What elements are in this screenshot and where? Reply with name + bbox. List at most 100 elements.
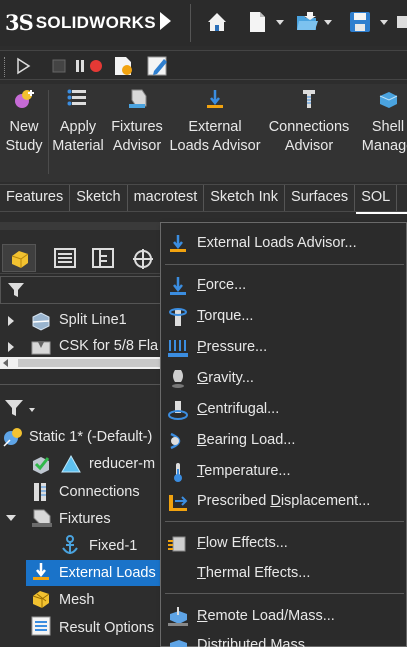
run-macro-icon[interactable]	[14, 57, 32, 75]
external-loads-advisor-button[interactable]: External Loads Advisor	[168, 88, 262, 156]
fixtures-advisor-button[interactable]: Fixtures Advisor	[108, 88, 166, 156]
tree-item-mesh[interactable]: Mesh	[59, 592, 94, 608]
print-icon[interactable]	[397, 10, 407, 34]
save-dropdown-icon[interactable]	[380, 20, 388, 25]
menu-item-gravity[interactable]: Gravity...	[161, 364, 407, 394]
tab-feature-manager[interactable]	[2, 244, 36, 272]
toolbar-divider	[190, 4, 191, 42]
menu-label-post: emperature...	[204, 463, 291, 479]
open-folder-icon[interactable]	[295, 10, 319, 34]
tree-item-result-options[interactable]: Result Options	[59, 620, 154, 636]
macro-toolbar	[0, 50, 407, 80]
tab-property-manager[interactable]	[48, 244, 82, 272]
new-macro-icon[interactable]	[112, 55, 134, 77]
shell-manager-button[interactable]: Shell Manage	[358, 88, 407, 156]
tab-configuration-manager[interactable]	[86, 244, 120, 272]
menu-item-force[interactable]: Force...	[161, 271, 407, 301]
menu-label: Distributed Mass...	[197, 637, 318, 647]
bearing-load-icon	[170, 432, 181, 450]
menu-mnemonic: C	[197, 401, 208, 417]
dimxpert-icon	[133, 249, 153, 269]
mesh-icon	[32, 591, 50, 608]
ribbon-label-line2: Advisor	[112, 138, 162, 154]
simulation-ribbon: New Study Apply Material Fixtures Adviso…	[0, 84, 407, 182]
external-loads-advisor-icon	[170, 235, 186, 252]
connections-icon	[34, 483, 46, 501]
record-macro-icon[interactable]	[74, 57, 106, 75]
menu-mnemonic: D	[270, 493, 281, 509]
ribbon-divider	[48, 90, 49, 174]
edit-macro-icon[interactable]	[146, 55, 170, 77]
tree-item-part[interactable]: reducer-m	[89, 456, 161, 472]
new-dropdown-icon[interactable]	[276, 20, 284, 25]
ribbon-label-line2: Material	[52, 138, 104, 154]
menu-label-post: orque...	[204, 308, 254, 324]
part-check-icon	[33, 457, 50, 474]
force-icon	[170, 277, 186, 295]
menu-item-external-loads-advisor[interactable]: External Loads Advisor...	[161, 229, 407, 259]
menu-label-post: ravity...	[208, 370, 254, 386]
menu-mnemonic: F	[197, 277, 206, 293]
menu-item-remote-load[interactable]: Remote Load/Mass...	[161, 602, 407, 632]
menu-item-temperature[interactable]: Temperature...	[161, 457, 407, 487]
apply-material-button[interactable]: Apply Material	[52, 88, 104, 156]
tab-sketch[interactable]: Sketch	[70, 185, 128, 211]
ribbon-label-line2: Loads Advisor	[169, 138, 261, 154]
command-manager-tabs: Features Sketch macrotest Sketch Ink Sur…	[0, 184, 407, 212]
pressure-icon	[168, 340, 188, 357]
menu-item-torque[interactable]: Torque...	[161, 302, 407, 332]
tree-item-csk-hole[interactable]: CSK for 5/8 Fla	[59, 338, 159, 354]
save-icon[interactable]	[348, 10, 372, 34]
flow-effects-icon	[168, 536, 186, 552]
connections-advisor-button[interactable]: Connections Advisor	[264, 88, 354, 156]
expand-arrow-icon[interactable]	[8, 342, 14, 352]
tab-features[interactable]: Features	[0, 185, 71, 211]
menu-label-post: orce...	[205, 277, 247, 293]
scrollbar-thumb[interactable]	[18, 359, 160, 367]
collapse-arrow-icon[interactable]	[6, 515, 16, 521]
tree-item-fixtures[interactable]: Fixtures	[59, 511, 111, 527]
study-root[interactable]: Static 1* (-Default-)	[29, 429, 152, 445]
simulation-filter-button[interactable]	[2, 394, 42, 420]
stop-macro-icon[interactable]	[50, 57, 68, 75]
menu-separator	[165, 521, 404, 522]
new-document-icon[interactable]	[245, 10, 269, 34]
centrifugal-icon	[168, 401, 188, 420]
solidworks-logo[interactable]: 3S SOLIDWORKS	[5, 10, 156, 35]
menu-item-thermal-effects[interactable]: Thermal Effects...	[161, 559, 407, 589]
horizontal-scrollbar[interactable]	[0, 357, 160, 369]
tab-sketch-ink[interactable]: Sketch Ink	[204, 185, 285, 211]
home-icon[interactable]	[205, 10, 229, 34]
tab-macrotest[interactable]: macrotest	[128, 185, 205, 211]
configuration-manager-icon	[92, 248, 114, 268]
tab-dimxpert-manager[interactable]	[126, 244, 160, 272]
panel-splitter[interactable]	[0, 222, 160, 230]
expand-arrow-icon[interactable]	[8, 316, 14, 326]
filter-dropdown-icon[interactable]	[29, 408, 35, 412]
menu-item-centrifugal[interactable]: Centrifugal...	[161, 395, 407, 425]
menu-item-pressure[interactable]: Pressure...	[161, 333, 407, 363]
menu-item-prescribed-displacement[interactable]: Prescribed Displacement...	[161, 487, 407, 517]
menu-mnemonic: F	[197, 535, 206, 551]
tree-item-fixed[interactable]: Fixed-1	[89, 538, 137, 554]
toolbar-grip[interactable]	[4, 57, 6, 77]
tree-filter-bar[interactable]	[0, 276, 170, 304]
ribbon-label-line1: External	[188, 119, 242, 135]
tab-sol[interactable]: SOL	[355, 185, 398, 211]
tree-item-split-line[interactable]: Split Line1	[59, 312, 127, 328]
menu-item-bearing-load[interactable]: Bearing Load...	[161, 426, 407, 456]
open-dropdown-icon[interactable]	[324, 20, 332, 25]
menu-item-distributed-mass[interactable]: Distributed Mass...	[161, 631, 407, 647]
scroll-left-arrow-icon[interactable]	[3, 359, 8, 367]
tree-item-connections[interactable]: Connections	[59, 484, 140, 500]
filter-icon	[5, 400, 23, 416]
tab-surfaces[interactable]: Surfaces	[285, 185, 356, 211]
menu-item-flow-effects[interactable]: Flow Effects...	[161, 529, 407, 559]
external-loads-context-menu: External Loads Advisor... Force... Torqu…	[160, 222, 407, 647]
ribbon-label-line1: New	[9, 119, 39, 135]
fixtures-advisor-icon	[129, 89, 147, 108]
menu-mnemonic: B	[197, 432, 207, 448]
new-study-button[interactable]: New Study	[4, 88, 44, 156]
expand-menu-arrow-icon[interactable]	[160, 12, 171, 30]
tree-item-external-loads[interactable]: External Loads	[59, 565, 156, 581]
